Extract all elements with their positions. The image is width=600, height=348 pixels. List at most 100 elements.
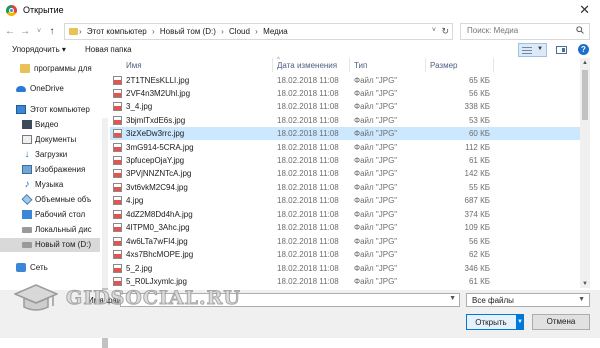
close-button[interactable]: ✕ (579, 2, 590, 18)
images-icon (22, 165, 32, 174)
scroll-up-icon[interactable]: ▲ (582, 60, 588, 66)
preview-pane-icon[interactable] (556, 46, 567, 54)
filename-input[interactable]: ▼ (120, 293, 460, 307)
file-row[interactable]: 4.jpg 18.02.2018 11:08 Файл "JPG" 687 КБ (110, 194, 588, 207)
column-header-date[interactable]: Дата изменения (277, 61, 337, 70)
file-type: Файл "JPG" (354, 102, 398, 111)
file-row[interactable]: 4ITPM0_3Ahc.jpg 18.02.2018 11:08 Файл "JPG… (110, 221, 588, 234)
file-row[interactable]: 5_R0LJxymlc.jpg 18.02.2018 11:08 Файл "JPG… (110, 275, 588, 288)
chevron-down-icon[interactable]: ▼ (449, 295, 456, 302)
refresh-icon[interactable]: ↻ (441, 26, 449, 37)
scrollbar-thumb[interactable] (582, 70, 588, 120)
scroll-down-icon[interactable]: ▼ (582, 281, 588, 287)
address-history-dropdown[interactable]: ˅ (432, 27, 436, 34)
nav-item-3d-objects[interactable]: Объемные объ (0, 193, 100, 207)
back-button[interactable]: ← (4, 25, 16, 39)
file-type: Файл "JPG" (354, 89, 398, 98)
file-name: 4ITPM0_3Ahc.jpg (126, 223, 190, 232)
file-date: 18.02.2018 11:08 (277, 250, 339, 259)
column-header-size[interactable]: Размер (430, 61, 458, 70)
address-bar[interactable]: › Этот компьютер › Новый том (D:) › Clou… (64, 23, 453, 40)
breadcrumb-this-pc[interactable]: Этот компьютер (87, 27, 147, 36)
nav-item-programs-folder[interactable]: программы для (0, 62, 100, 76)
documents-icon (22, 135, 32, 144)
open-options-dropdown[interactable]: ▼ (516, 315, 524, 329)
file-size: 53 КБ (468, 116, 490, 125)
nav-item-label: Видео (35, 120, 59, 129)
nav-item-label: Документы (35, 135, 77, 144)
nav-item-video[interactable]: Видео (0, 118, 100, 132)
column-divider[interactable] (493, 58, 494, 72)
nav-item-images[interactable]: Изображения (0, 163, 100, 177)
jpg-file-icon (113, 102, 122, 111)
file-date: 18.02.2018 11:08 (277, 89, 339, 98)
file-size: 687 КБ (464, 196, 490, 205)
column-header-type[interactable]: Тип (354, 61, 367, 70)
jpg-file-icon (113, 264, 122, 273)
file-date: 18.02.2018 11:08 (277, 210, 339, 219)
nav-item-network[interactable]: Сеть (0, 261, 100, 275)
file-row[interactable]: 5_2.jpg 18.02.2018 11:08 Файл "JPG" 346 КБ (110, 262, 588, 275)
file-name: 3izXeDw3rrc.jpg (126, 129, 185, 138)
file-row[interactable]: 4dZ2M8Dd4hA.jpg 18.02.2018 11:08 Файл "JPG… (110, 208, 588, 221)
file-type-filter[interactable]: Все файлы ▼ (466, 293, 590, 307)
chevron-down-icon: ▼ (578, 296, 585, 303)
nav-item-music[interactable]: ♪ Музыка (0, 178, 100, 192)
breadcrumb-cloud[interactable]: Cloud (229, 27, 250, 36)
column-divider[interactable] (349, 58, 350, 72)
column-header-name[interactable]: Имя (126, 61, 142, 70)
file-type: Файл "JPG" (354, 116, 398, 125)
jpg-file-icon (113, 76, 122, 85)
breadcrumb-separator: › (151, 27, 155, 36)
file-row[interactable]: 3_4.jpg 18.02.2018 11:08 Файл "JPG" 338 КБ (110, 100, 588, 113)
nav-item-label: Объемные объ (35, 195, 92, 204)
file-date: 18.02.2018 11:08 (277, 156, 339, 165)
change-view-button[interactable]: ▼ (518, 43, 547, 57)
column-divider[interactable] (425, 58, 426, 72)
file-row[interactable]: 2VF4n3M2Uhl.jpg 18.02.2018 11:08 Файл "JPG… (110, 87, 588, 100)
nav-item-onedrive[interactable]: OneDrive (0, 82, 100, 96)
help-icon[interactable]: ? (578, 44, 589, 55)
breadcrumb-separator: › (255, 27, 258, 36)
file-date: 18.02.2018 11:08 (277, 116, 339, 125)
breadcrumb-media[interactable]: Медиа (263, 27, 288, 36)
file-row[interactable]: 3mG914-5CRA.jpg 18.02.2018 11:08 Файл "JPG… (110, 141, 588, 154)
up-button[interactable]: ↑ (46, 25, 58, 39)
nav-item-local-disk[interactable]: Локальный дис (0, 223, 100, 237)
forward-button[interactable]: → (19, 25, 31, 39)
jpg-file-icon (113, 169, 122, 178)
search-box[interactable] (460, 23, 590, 40)
file-row[interactable]: 3pfucepOjaY.jpg 18.02.2018 11:08 Файл "JPG… (110, 154, 588, 167)
organize-button[interactable]: Упорядочить ▾ (12, 45, 66, 54)
file-type: Файл "JPG" (354, 250, 398, 259)
breadcrumb-drive-d[interactable]: Новый том (D:) (160, 27, 216, 36)
file-row[interactable]: 3bjmlTxdE6s.jpg 18.02.2018 11:08 Файл "JPG… (110, 114, 588, 127)
file-row[interactable]: 3PVjNNZNTcA.jpg 18.02.2018 11:08 Файл "JPG… (110, 167, 588, 180)
nav-item-label: Загрузки (35, 150, 68, 159)
file-row-selected[interactable]: 3izXeDw3rrc.jpg 18.02.2018 11:08 Файл "JPG… (110, 127, 588, 140)
jpg-file-icon (113, 210, 122, 219)
nav-item-drive-d[interactable]: Новый том (D:) (0, 238, 100, 252)
nav-item-documents[interactable]: Документы (0, 133, 100, 147)
chrome-icon (6, 5, 17, 16)
file-row[interactable]: 2T1TNEsKLLI.jpg 18.02.2018 11:08 Файл "JPG… (110, 74, 588, 87)
music-icon: ♪ (24, 179, 30, 190)
file-row[interactable]: 4w6LTa7wFI4.jpg 18.02.2018 11:08 Файл "JPG… (110, 235, 588, 248)
file-row[interactable]: 3vt6vkM2C94.jpg 18.02.2018 11:08 Файл "JPG… (110, 181, 588, 194)
nav-item-downloads[interactable]: ↓ Загрузки (0, 148, 100, 162)
nav-item-desktop[interactable]: Рабочий стол (0, 208, 100, 222)
jpg-file-icon (113, 183, 122, 192)
recent-locations-dropdown[interactable]: ˅ (33, 25, 45, 39)
column-divider[interactable] (272, 58, 273, 72)
file-list-scrollbar[interactable]: ▲ ▼ (580, 58, 590, 288)
file-row[interactable]: 4xs7BhcMOPE.jpg 18.02.2018 11:08 Файл "JPG… (110, 248, 588, 261)
file-name: 3pfucepOjaY.jpg (126, 156, 185, 165)
search-input[interactable] (467, 26, 567, 35)
file-type: Файл "JPG" (354, 129, 398, 138)
nav-item-this-pc[interactable]: Этот компьютер (0, 103, 100, 117)
breadcrumb: › Этот компьютер › Новый том (D:) › Clou… (79, 27, 291, 36)
open-button[interactable]: Открыть ▼ (466, 314, 524, 330)
file-type: Файл "JPG" (354, 183, 398, 192)
new-folder-button[interactable]: Новая папка (85, 45, 132, 54)
cancel-button[interactable]: Отмена (532, 314, 590, 330)
